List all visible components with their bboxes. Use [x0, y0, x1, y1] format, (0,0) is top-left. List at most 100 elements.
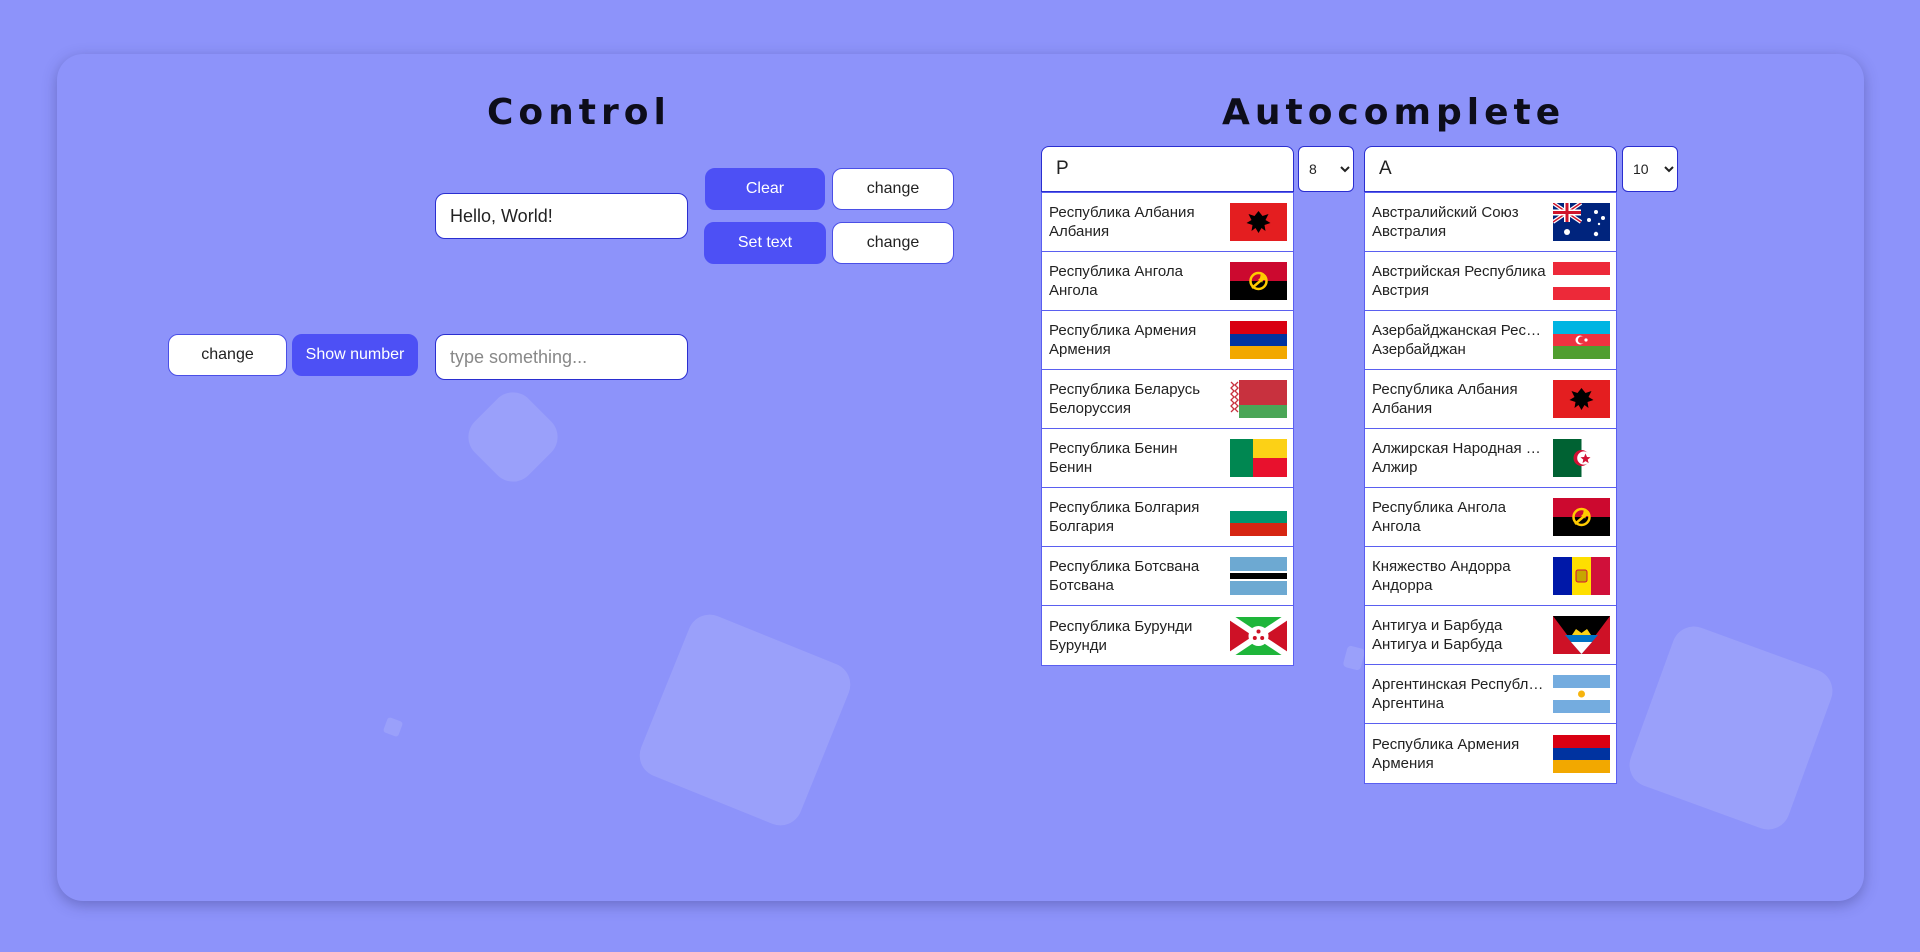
- australia-flag-icon: [1553, 203, 1610, 241]
- option-short-name: Албания: [1372, 400, 1433, 417]
- armenia-flag-icon: [1230, 321, 1287, 359]
- option-text: Аргентинская Республика Аргентина: [1372, 675, 1547, 713]
- option-full-name: Республика Ботсвана: [1049, 558, 1200, 575]
- albania-flag-icon: [1553, 380, 1610, 418]
- option-full-name: Австралийский Союз: [1372, 204, 1519, 221]
- botswana-flag-icon: [1230, 557, 1287, 595]
- decorative-square: [382, 716, 404, 738]
- autocomplete-input-left[interactable]: [1041, 146, 1294, 192]
- autocomplete-option[interactable]: Австралийский Союз Австралия: [1365, 193, 1616, 252]
- autocomplete-option[interactable]: Республика Армения Армения: [1365, 724, 1616, 783]
- option-short-name: Белоруссия: [1049, 400, 1131, 417]
- show-number-button[interactable]: Show number: [292, 334, 418, 376]
- algeria-flag-icon: [1553, 439, 1610, 477]
- option-text: Княжество Андорра Андорра: [1372, 557, 1547, 595]
- armenia-flag-icon: [1553, 734, 1610, 773]
- option-short-name: Ангола: [1372, 518, 1421, 535]
- option-full-name: Республика Ангола: [1049, 263, 1183, 280]
- option-text: Азербайджанская Республика Азербайджан: [1372, 321, 1547, 359]
- greeting-input[interactable]: [435, 193, 688, 239]
- autocomplete-option[interactable]: Республика Албания Албания: [1042, 193, 1293, 252]
- option-text: Республика Албания Албания: [1372, 380, 1547, 418]
- type-something-input[interactable]: [435, 334, 688, 380]
- option-short-name: Ботсвана: [1049, 577, 1114, 594]
- option-full-name: Алжирская Народная Демократическая Респу…: [1372, 440, 1547, 457]
- autocomplete-option[interactable]: Республика Ангола Ангола: [1365, 488, 1616, 547]
- decorative-square: [459, 383, 567, 491]
- option-text: Антигуа и Барбуда Антигуа и Барбуда: [1372, 616, 1547, 654]
- autocomplete-option[interactable]: Республика Бурунди Бурунди: [1042, 606, 1293, 665]
- autocomplete-option[interactable]: Республика Бенин Бенин: [1042, 429, 1293, 488]
- option-full-name: Республика Албания: [1049, 204, 1195, 221]
- option-full-name: Антигуа и Барбуда: [1372, 617, 1503, 634]
- option-text: Республика Армения Армения: [1049, 321, 1224, 359]
- option-short-name: Алжир: [1372, 459, 1418, 476]
- autocomplete-option[interactable]: Республика Албания Албания: [1365, 370, 1616, 429]
- albania-flag-icon: [1230, 203, 1287, 241]
- autocomplete-input-right[interactable]: [1364, 146, 1617, 192]
- option-full-name: Республика Беларусь: [1049, 381, 1201, 398]
- option-full-name: Азербайджанская Республика: [1372, 322, 1547, 339]
- change-button[interactable]: change: [832, 168, 954, 210]
- option-text: Республика Ботсвана Ботсвана: [1049, 557, 1224, 595]
- option-full-name: Республика Албания: [1372, 381, 1518, 398]
- option-short-name: Азербайджан: [1372, 341, 1466, 358]
- option-full-name: Республика Ангола: [1372, 499, 1506, 516]
- autocomplete-list-left: Республика Албания Албания Республика Анго…: [1041, 192, 1294, 666]
- autocomplete-option[interactable]: Республика Беларусь Белоруссия: [1042, 370, 1293, 429]
- autocomplete-option[interactable]: Антигуа и Барбуда Антигуа и Барбуда: [1365, 606, 1616, 665]
- burundi-flag-icon: [1230, 616, 1287, 655]
- option-full-name: Австрийская Республика: [1372, 263, 1546, 280]
- option-full-name: Республика Бурунди: [1049, 617, 1193, 635]
- change-button[interactable]: change: [168, 334, 287, 376]
- option-short-name: Бурунди: [1049, 636, 1107, 654]
- autocomplete-option[interactable]: Азербайджанская Республика Азербайджан: [1365, 311, 1616, 370]
- option-full-name: Княжество Андорра: [1372, 558, 1511, 575]
- autocomplete-option[interactable]: Алжирская Народная Демократическая Респу…: [1365, 429, 1616, 488]
- autocomplete-option[interactable]: Австрийская Республика Австрия: [1365, 252, 1616, 311]
- main-card: Control Clear change Set text change cha…: [57, 54, 1864, 901]
- benin-flag-icon: [1230, 439, 1287, 477]
- option-short-name: Армения: [1049, 341, 1111, 358]
- option-text: Республика Бенин Бенин: [1049, 439, 1224, 477]
- option-text: Республика Армения Армения: [1372, 735, 1547, 773]
- option-text: Республика Беларусь Белоруссия: [1049, 380, 1224, 418]
- option-text: Алжирская Народная Демократическая Респу…: [1372, 439, 1547, 477]
- autocomplete-option[interactable]: Республика Болгария Болгария: [1042, 488, 1293, 547]
- option-text: Республика Бурунди Бурунди: [1049, 617, 1224, 655]
- autocomplete-option[interactable]: Республика Ботсвана Ботсвана: [1042, 547, 1293, 606]
- austria-flag-icon: [1553, 262, 1610, 300]
- option-full-name: Республика Болгария: [1049, 499, 1200, 516]
- option-text: Австралийский Союз Австралия: [1372, 203, 1547, 241]
- option-text: Республика Ангола Ангола: [1049, 262, 1224, 300]
- option-short-name: Албания: [1049, 223, 1110, 240]
- autocomplete-list-right: Австралийский Союз Австралия Австрийская Р…: [1364, 192, 1617, 784]
- option-full-name: Аргентинская Республика: [1372, 676, 1547, 693]
- change-button[interactable]: change: [832, 222, 954, 264]
- clear-button[interactable]: Clear: [705, 168, 825, 210]
- autocomplete-title: Autocomplete: [1222, 92, 1566, 133]
- autocomplete-option[interactable]: Княжество Андорра Андорра: [1365, 547, 1616, 606]
- azerbaijan-flag-icon: [1553, 321, 1610, 359]
- autocomplete-option[interactable]: Республика Ангола Ангола: [1042, 252, 1293, 311]
- option-short-name: Австрия: [1372, 282, 1430, 299]
- decorative-square: [633, 608, 857, 832]
- option-full-name: Республика Армения: [1049, 322, 1197, 339]
- angola-flag-icon: [1230, 262, 1287, 300]
- limit-select-right[interactable]: 10: [1622, 146, 1678, 192]
- option-short-name: Болгария: [1049, 518, 1114, 535]
- angola-flag-icon: [1553, 498, 1610, 536]
- argentina-flag-icon: [1553, 675, 1610, 713]
- option-short-name: Австралия: [1372, 223, 1447, 240]
- control-title: Control: [487, 92, 671, 133]
- set-text-button[interactable]: Set text: [704, 222, 826, 264]
- option-text: Республика Албания Албания: [1049, 203, 1224, 241]
- option-short-name: Армения: [1372, 754, 1434, 772]
- option-text: Австрийская Республика Австрия: [1372, 262, 1547, 300]
- autocomplete-option[interactable]: Республика Армения Армения: [1042, 311, 1293, 370]
- limit-select-left[interactable]: 8: [1298, 146, 1354, 192]
- autocomplete-option[interactable]: Аргентинская Республика Аргентина: [1365, 665, 1616, 724]
- option-short-name: Бенин: [1049, 459, 1093, 476]
- option-text: Республика Ангола Ангола: [1372, 498, 1547, 536]
- option-full-name: Республика Армения: [1372, 735, 1520, 753]
